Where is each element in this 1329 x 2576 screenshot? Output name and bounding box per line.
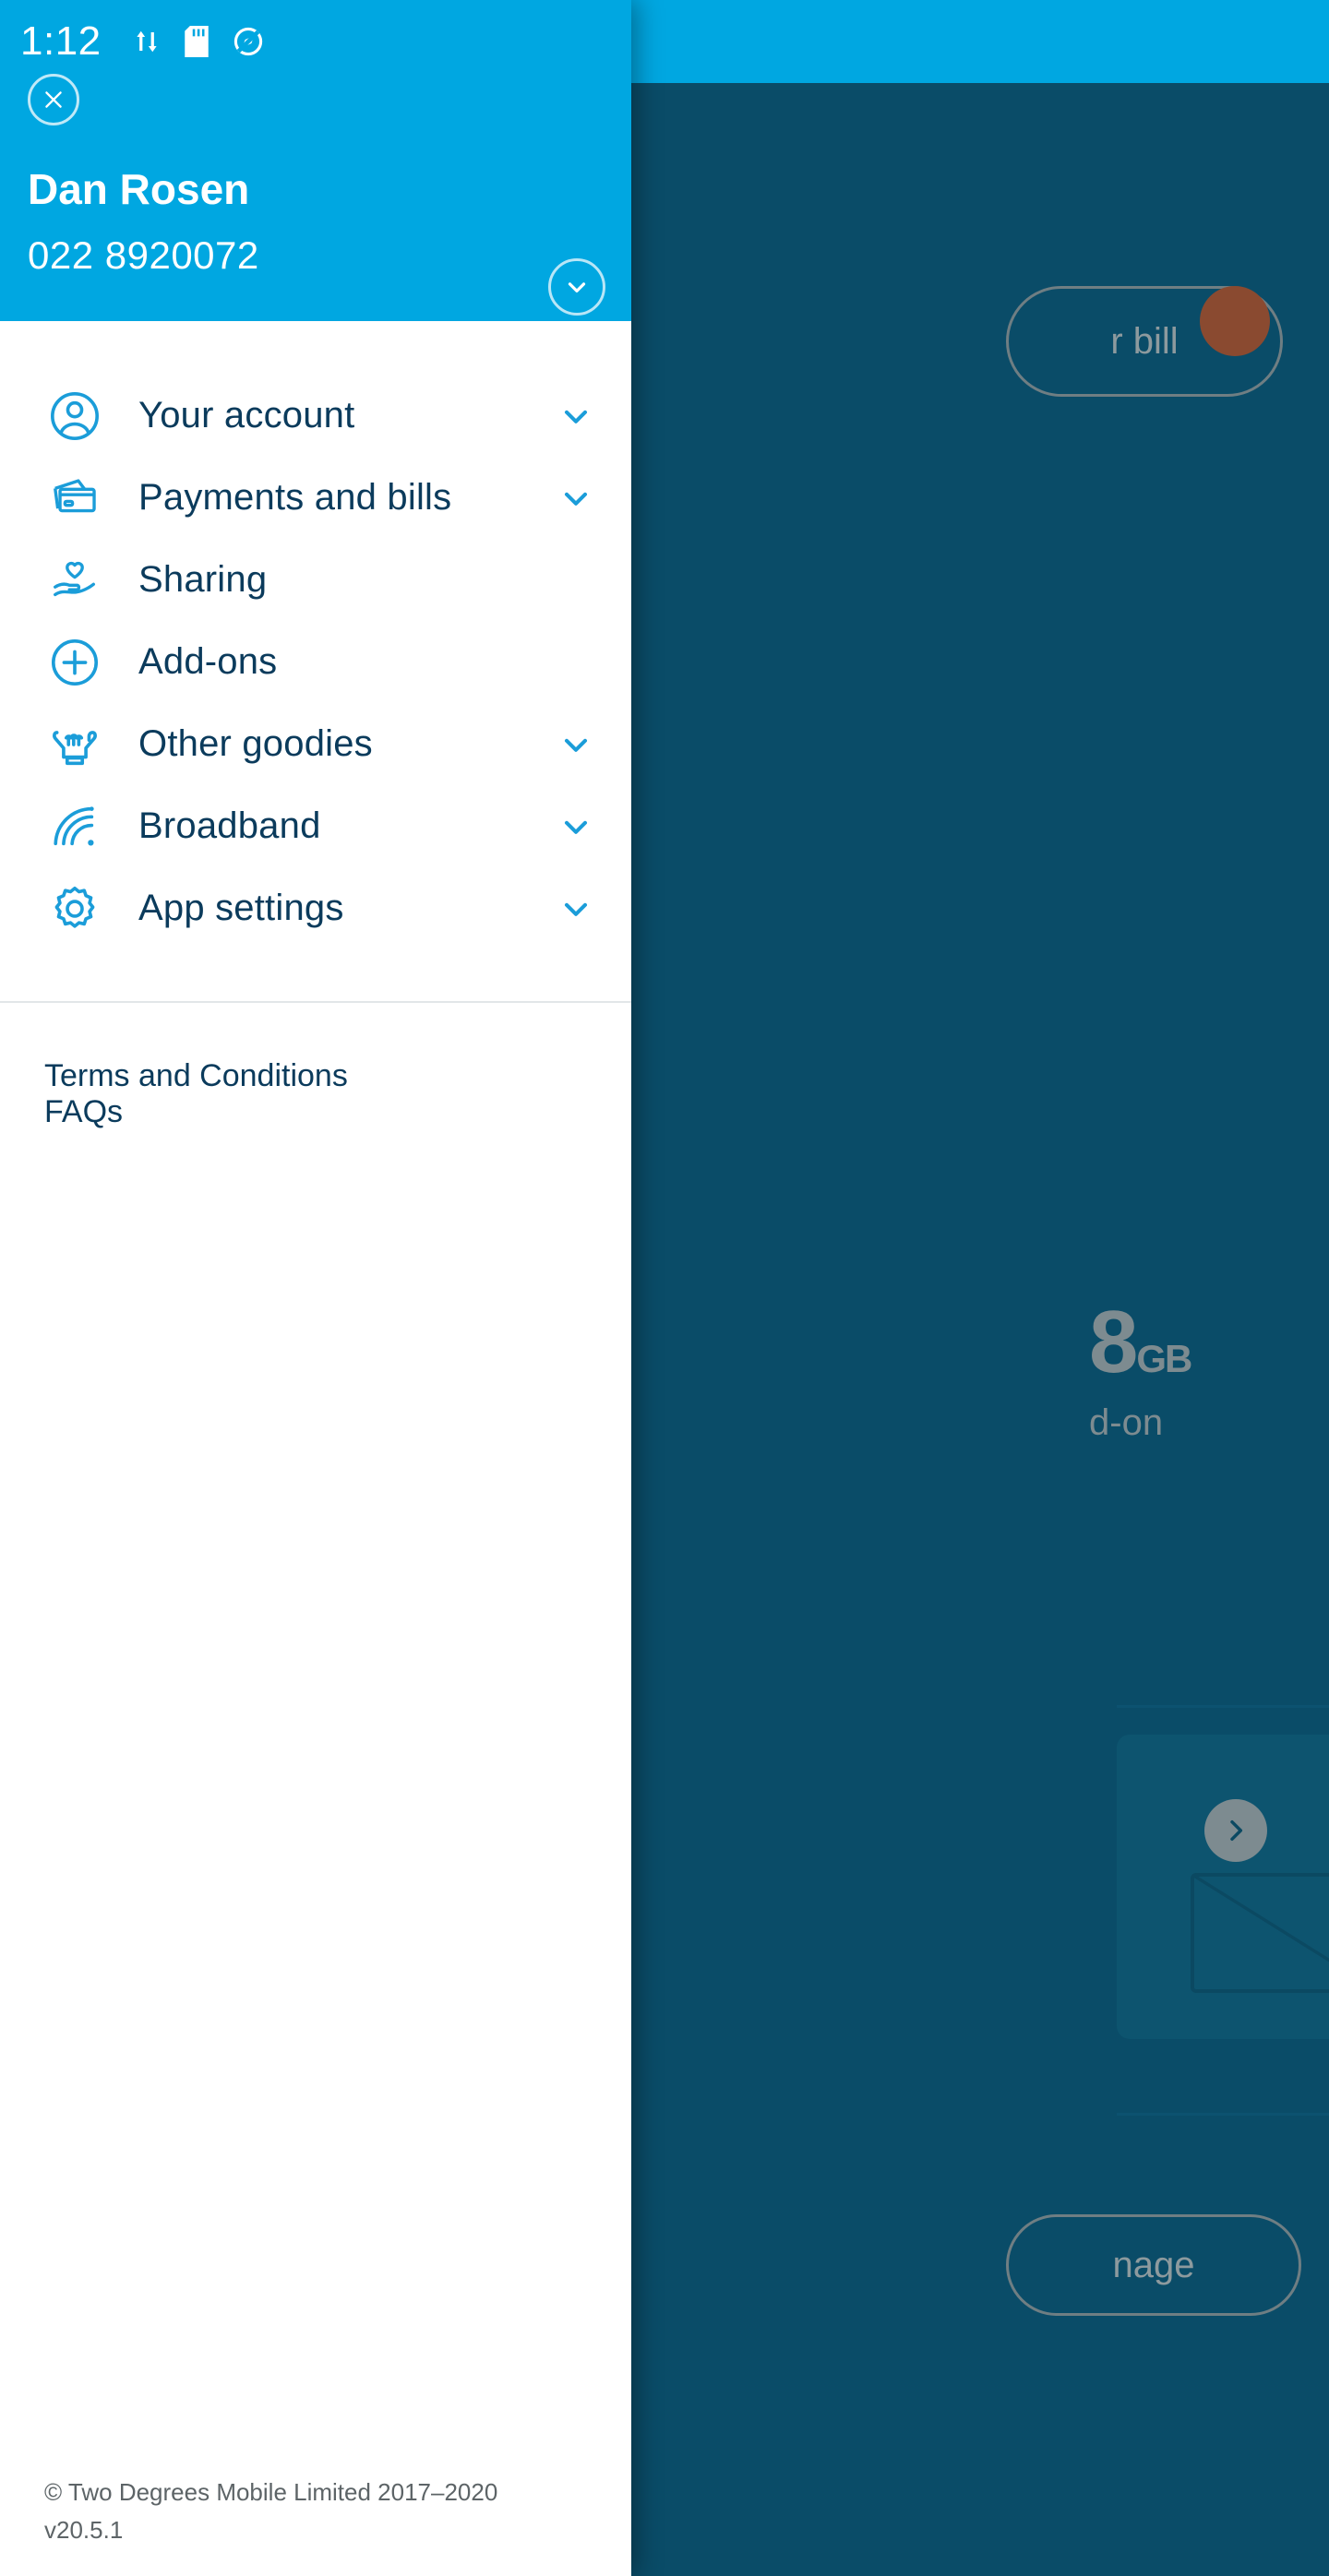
background-notification-badge (1200, 286, 1270, 356)
chevron-down-icon[interactable] (557, 890, 594, 927)
background-divider (1117, 1705, 1329, 1708)
plus-circle-icon (44, 632, 105, 693)
chevron-down-icon[interactable] (557, 398, 594, 435)
copyright-block: © Two Degrees Mobile Limited 2017–2020 v… (0, 2474, 631, 2576)
chevron-down-icon[interactable] (557, 726, 594, 763)
credit-cards-icon (44, 468, 105, 529)
footer-links: Terms and Conditions FAQs (0, 1003, 631, 1130)
status-bar-icons (133, 26, 264, 57)
menu-item-app-settings[interactable]: App settings (0, 867, 631, 949)
hand-heart-icon (44, 550, 105, 611)
link-faqs[interactable]: FAQs (44, 1094, 123, 1130)
close-icon[interactable] (28, 74, 79, 125)
gear-icon (44, 878, 105, 939)
link-terms-and-conditions[interactable]: Terms and Conditions (44, 1058, 348, 1094)
chevron-down-icon[interactable] (557, 808, 594, 845)
background-manage-button[interactable]: nage (1006, 2214, 1301, 2316)
menu-item-add-ons[interactable]: Add-ons (0, 621, 631, 703)
background-data-sub: d-on (1089, 1402, 1164, 1443)
chevron-down-icon[interactable] (557, 480, 594, 517)
data-transfer-icon (133, 26, 161, 57)
background-data-amount: 8GB (1089, 1292, 1192, 1393)
copyright-text: © Two Degrees Mobile Limited 2017–2020 (44, 2478, 498, 2507)
user-phone: 022 8920072 (28, 233, 259, 277)
signal-arcs-icon (44, 796, 105, 857)
menu-label: Broadband (138, 805, 321, 846)
status-bar: 1:12 (0, 0, 631, 83)
status-bar-time: 1:12 (20, 18, 102, 64)
menu-label: App settings (138, 888, 344, 928)
background-data-unit: GB (1136, 1337, 1192, 1380)
background-manage-label: nage (1112, 2244, 1195, 2285)
person-circle-icon (44, 386, 105, 447)
account-switcher-button[interactable] (548, 258, 605, 316)
shaka-hand-icon (44, 714, 105, 775)
menu-label: Your account (138, 395, 355, 435)
background-bill-label: r bill (1110, 320, 1179, 362)
drawer-header: Dan Rosen 022 8920072 (0, 74, 631, 321)
menu-item-broadband[interactable]: Broadband (0, 785, 631, 867)
menu-label: Payments and bills (138, 477, 452, 518)
envelope-icon (1191, 1873, 1329, 1993)
background-divider-2 (1117, 2113, 1329, 2116)
location-off-icon (233, 26, 264, 57)
menu-item-other-goodies[interactable]: Other goodies (0, 703, 631, 785)
background-data-value: 8 (1089, 1293, 1138, 1391)
menu-item-sharing[interactable]: Sharing (0, 539, 631, 621)
app-version: v20.5.1 (44, 2515, 124, 2544)
chevron-right-icon[interactable] (1204, 1799, 1267, 1862)
menu-label: Sharing (138, 559, 268, 600)
drawer-menu: Your account Payments and bills Sharing … (0, 321, 631, 949)
menu-item-payments-and-bills[interactable]: Payments and bills (0, 457, 631, 539)
drawer-spacer (0, 1130, 631, 2474)
navigation-drawer: 1:12 Dan Rosen 022 8920072 Your account … (0, 0, 631, 2576)
menu-label: Other goodies (138, 723, 373, 764)
user-name: Dan Rosen (28, 165, 250, 213)
user-info: Dan Rosen 022 8920072 (28, 166, 259, 278)
menu-label: Add-ons (138, 641, 278, 682)
menu-item-your-account[interactable]: Your account (0, 375, 631, 457)
sd-card-icon (184, 26, 209, 57)
